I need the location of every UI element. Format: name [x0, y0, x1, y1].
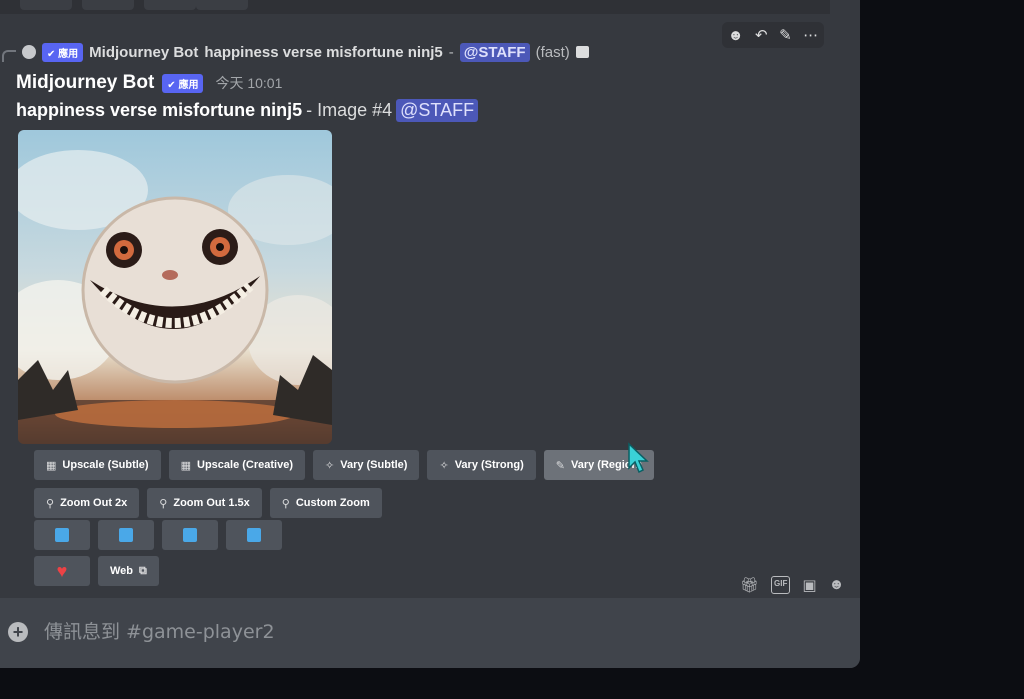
author-name[interactable]: Midjourney Bot [16, 72, 154, 94]
button-label: Custom Zoom [295, 497, 370, 509]
message-composer: + [0, 598, 860, 668]
heart-icon: ♥ [56, 560, 68, 581]
app-badge: ✔ 應用 [42, 42, 84, 62]
button-label: Vary (Strong) [454, 459, 524, 471]
action-row-1: ▦ Upscale (Subtle) ▦ Upscale (Creative) … [34, 450, 654, 480]
reply-separator: - [448, 43, 454, 61]
pan-left-button[interactable] [34, 520, 90, 550]
pan-right-button[interactable] [98, 520, 154, 550]
external-link-icon: ⧉ [139, 564, 147, 577]
reply-text: happiness verse misfortune ninj5 [204, 43, 443, 61]
image-icon [575, 46, 589, 58]
top-strip [0, 0, 830, 14]
custom-zoom-button[interactable]: ⚲ Custom Zoom [269, 488, 382, 518]
web-button[interactable]: Web ⧉ [98, 556, 159, 586]
emoji-icon[interactable]: ☻ [829, 576, 845, 594]
mention-staff[interactable]: @STAFF [396, 99, 479, 122]
magic-wand-icon: ✧ [325, 459, 335, 472]
magnifier-icon: ⚲ [281, 497, 290, 510]
image-number: - Image #4 [306, 100, 393, 120]
top-tab[interactable] [196, 0, 248, 10]
arrow-right-icon [119, 528, 133, 542]
reply-reference[interactable]: ✔ 應用 Midjourney Bot happiness verse misf… [0, 40, 720, 64]
action-row-3 [34, 520, 282, 550]
arrow-left-icon [55, 528, 69, 542]
magnifier-icon: ⚲ [159, 497, 168, 510]
mention-staff[interactable]: @STAFF [459, 42, 530, 62]
magic-wand-icon: ✧ [439, 459, 449, 472]
action-row-2: ⚲ Zoom Out 2x ⚲ Zoom Out 1.5x ⚲ Custom Z… [34, 488, 382, 518]
more-icon[interactable]: ⋯ [803, 26, 818, 44]
reply-spine [2, 50, 16, 62]
gift-icon[interactable]: 🎁︎ [740, 576, 759, 594]
add-attachment-icon[interactable]: + [8, 622, 28, 642]
button-label: Upscale (Creative) [197, 459, 293, 471]
button-label: Web [110, 565, 134, 577]
zoom-out-1-5x-button[interactable]: ⚲ Zoom Out 1.5x [147, 488, 262, 518]
pan-down-button[interactable] [226, 520, 282, 550]
message-input[interactable] [42, 608, 746, 656]
reply-icon[interactable]: ↶ [755, 26, 768, 44]
upscale-subtle-button[interactable]: ▦ Upscale (Subtle) [34, 450, 161, 480]
grid-icon: ▦ [180, 459, 191, 472]
arrow-down-icon [247, 528, 261, 542]
button-label: Vary (Subtle) [340, 459, 408, 471]
action-row-4: ♥ Web ⧉ [34, 556, 159, 586]
generated-image[interactable] [18, 130, 332, 444]
sticker-icon[interactable]: ▣ [802, 576, 816, 594]
upscale-creative-button[interactable]: ▦ Upscale (Creative) [168, 450, 305, 480]
vary-strong-button[interactable]: ✧ Vary (Strong) [427, 450, 536, 480]
message-toolbar: ☻ ↶ ✎ ⋯ [722, 22, 824, 48]
speed-label: (fast) [535, 43, 570, 61]
magnifier-icon: ⚲ [46, 497, 55, 510]
favorite-button[interactable]: ♥ [34, 556, 90, 586]
pan-up-button[interactable] [162, 520, 218, 550]
zoom-out-2x-button[interactable]: ⚲ Zoom Out 2x [34, 488, 140, 518]
composer-tools: 🎁︎ GIF ▣ ☻ [740, 576, 844, 594]
grid-icon: ▦ [46, 459, 57, 472]
gif-icon[interactable]: GIF [771, 576, 791, 594]
smiley-moon-artwork [18, 150, 332, 444]
reply-author: Midjourney Bot [89, 43, 199, 61]
button-label: Zoom Out 2x [60, 497, 128, 509]
message-header: Midjourney Bot ✔ 應用 今天 10:01 [16, 72, 282, 94]
top-tab[interactable] [20, 0, 72, 10]
button-label: Zoom Out 1.5x [173, 497, 250, 509]
discord-window: ☻ ↶ ✎ ⋯ ✔ 應用 Midjourney Bot happiness ve… [0, 0, 860, 668]
brush-icon: ✎ [555, 459, 565, 472]
arrow-up-icon [183, 528, 197, 542]
timestamp: 今天 10:01 [215, 75, 283, 91]
app-badge: ✔ 應用 [162, 73, 204, 93]
button-label: Upscale (Subtle) [62, 459, 149, 471]
emoji-icon[interactable]: ☻ [728, 27, 744, 44]
avatar [22, 45, 36, 59]
prompt-text: happiness verse misfortune ninj5 [16, 100, 303, 120]
pin-icon[interactable]: ✎ [779, 26, 792, 44]
top-tab[interactable] [82, 0, 134, 10]
prompt-line: happiness verse misfortune ninj5 - Image… [16, 99, 479, 122]
top-tab[interactable] [144, 0, 196, 10]
vary-subtle-button[interactable]: ✧ Vary (Subtle) [313, 450, 420, 480]
mouse-cursor-icon [628, 442, 649, 474]
